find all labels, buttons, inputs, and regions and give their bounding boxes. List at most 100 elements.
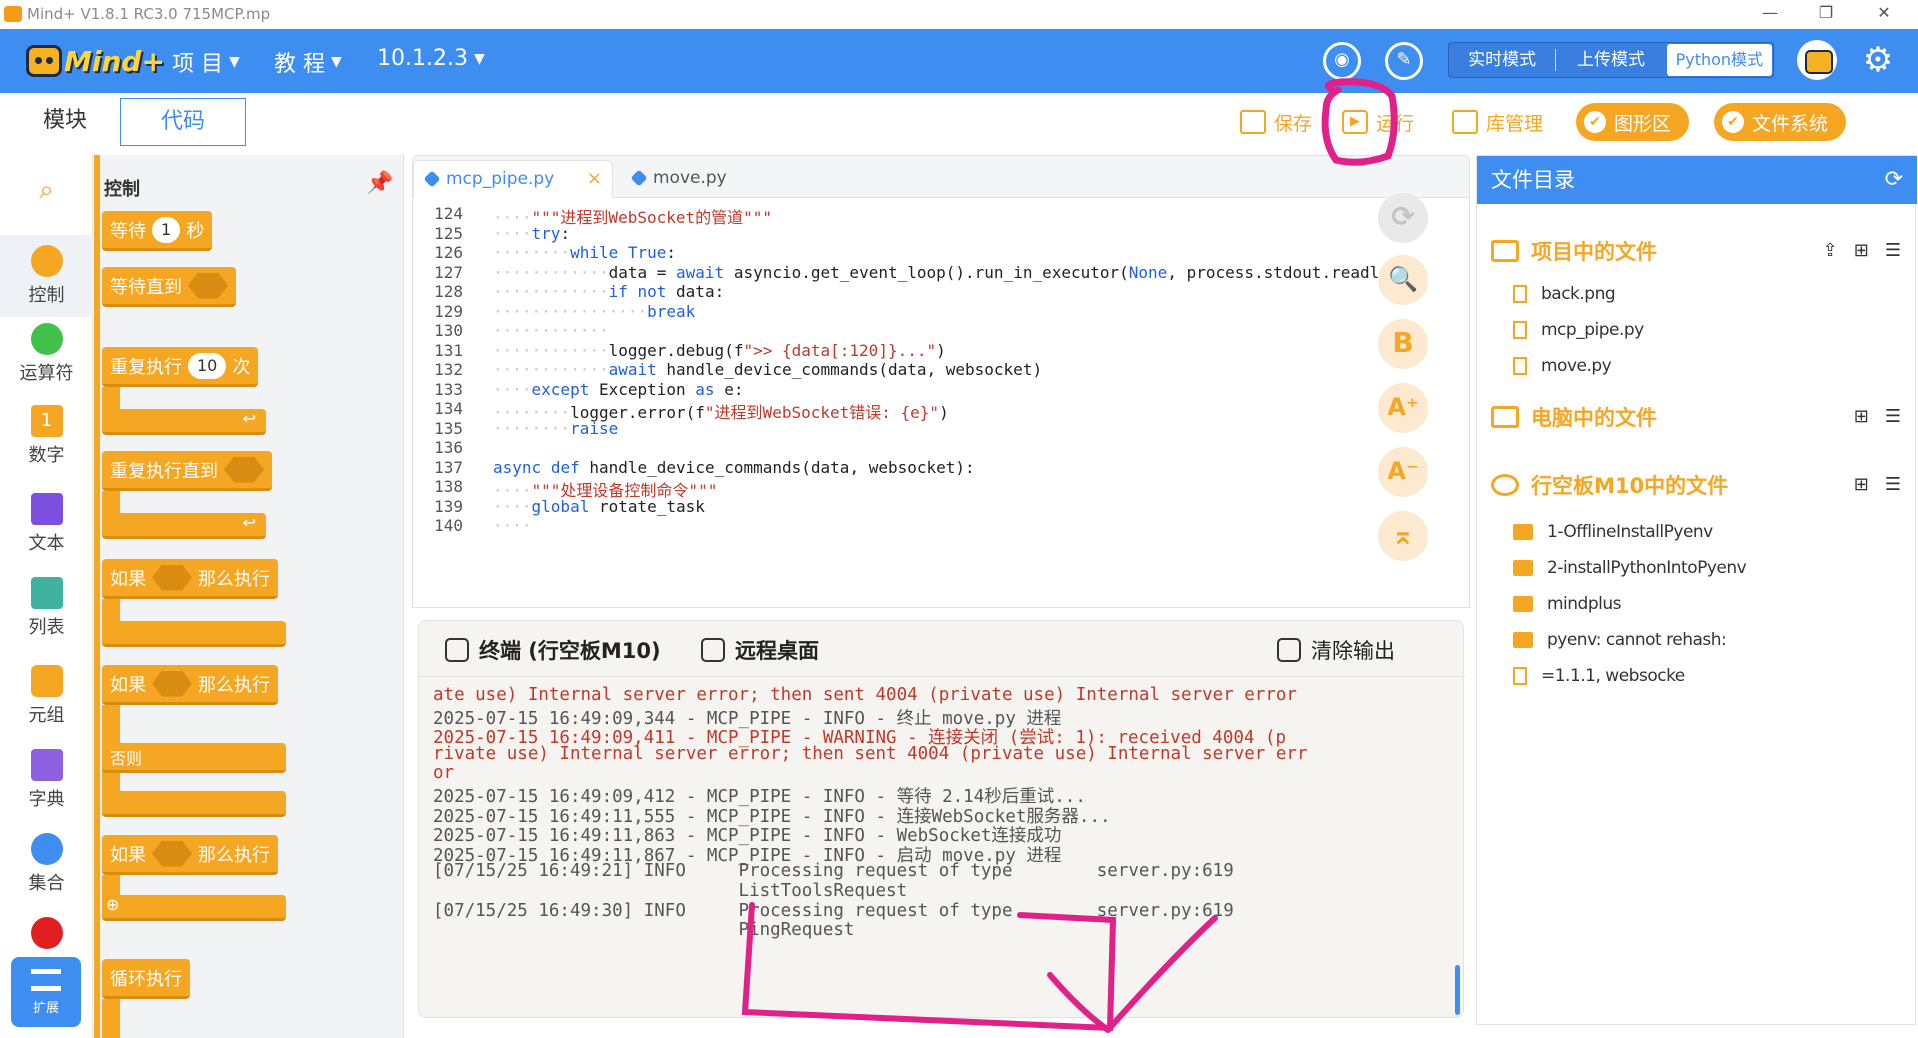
font-decrease-icon[interactable]: A⁻	[1378, 447, 1428, 497]
close-window-button[interactable]: ✕	[1864, 3, 1904, 22]
folder-item[interactable]: pyenv: cannot rehash:	[1513, 630, 1727, 650]
redo-icon[interactable]: ⟳	[1378, 193, 1428, 243]
file-name: mindplus	[1547, 594, 1622, 614]
device-ip-menu[interactable]: 10.1.2.3 ▼	[377, 46, 485, 71]
file-item[interactable]: mcp_pipe.py	[1513, 320, 1644, 340]
code-line[interactable]: ········while True:	[493, 243, 676, 262]
new-file-icon[interactable]: ⊞	[1854, 474, 1869, 495]
font-increase-icon[interactable]: A⁺	[1378, 383, 1428, 433]
menu-icon[interactable]: ☰	[1885, 474, 1901, 495]
condition-slot[interactable]	[224, 456, 264, 483]
tab-mcp-pipe[interactable]: mcp_pipe.py ×	[413, 160, 613, 198]
condition-slot[interactable]	[152, 670, 192, 697]
library-button[interactable]: 库管理	[1452, 103, 1543, 141]
terminal-scrollbar[interactable]	[1455, 965, 1460, 1015]
folder-item[interactable]: 2-installPythonIntoPyenv	[1513, 558, 1747, 578]
avatar[interactable]	[1797, 40, 1837, 80]
category-dict[interactable]: 字典	[0, 749, 93, 811]
minimize-button[interactable]: —	[1750, 3, 1790, 22]
save-icon	[1240, 110, 1266, 134]
if-else-block[interactable]: 如果 那么执行	[102, 665, 278, 705]
file-item[interactable]: move.py	[1513, 356, 1612, 376]
category-operators[interactable]: 运算符	[0, 323, 93, 385]
tab-code[interactable]: 代码	[120, 98, 246, 146]
dashboard-icon[interactable]: ◉	[1323, 42, 1361, 80]
graphic-area-button[interactable]: ✔ 图形区	[1576, 103, 1690, 141]
category-tuple[interactable]: 元组	[0, 665, 93, 727]
upload-icon[interactable]: ⇪	[1823, 240, 1838, 261]
menu-icon[interactable]: ☰	[1885, 406, 1901, 427]
board-files-section[interactable]: 行空板M10中的文件	[1491, 470, 1728, 500]
condition-slot[interactable]	[188, 272, 228, 299]
code-line[interactable]: ····	[493, 516, 532, 535]
pin-icon[interactable]: 📌	[366, 171, 393, 196]
edit-icon[interactable]: ✎	[1385, 42, 1423, 80]
condition-slot[interactable]	[152, 840, 192, 867]
realtime-mode-button[interactable]: 实时模式	[1449, 49, 1557, 71]
block-input[interactable]: 10	[188, 352, 227, 379]
code-line[interactable]: ············if not data:	[493, 282, 724, 301]
section-label: 行空板M10中的文件	[1531, 474, 1729, 498]
file-item[interactable]: =1.1.1, websocke	[1513, 666, 1685, 686]
loop-block[interactable]: 循环执行	[102, 959, 190, 999]
category-text[interactable]: 文本	[0, 493, 93, 555]
tab-remote-desktop[interactable]: 远程桌面	[701, 635, 819, 665]
project-files-section[interactable]: 项目中的文件	[1491, 236, 1657, 266]
project-menu[interactable]: 项 目 ▼	[172, 46, 240, 78]
folder-item[interactable]: mindplus	[1513, 594, 1622, 614]
code-line[interactable]: ····except Exception as e:	[493, 380, 743, 399]
tutorial-menu[interactable]: 教 程 ▼	[274, 46, 342, 78]
repeat-block[interactable]: 重复执行 10 次	[102, 347, 259, 387]
menu-icon[interactable]: ☰	[1885, 240, 1901, 261]
condition-slot[interactable]	[152, 564, 192, 591]
tab-move[interactable]: move.py	[621, 160, 761, 198]
extension-button[interactable]: 扩展	[11, 957, 81, 1027]
pc-files-section[interactable]: 电脑中的文件	[1491, 402, 1657, 432]
clear-output-button[interactable]: 清除输出	[1277, 635, 1395, 665]
category-more[interactable]	[0, 917, 93, 953]
file-item[interactable]: back.png	[1513, 284, 1616, 304]
line-number: 140	[434, 516, 463, 535]
category-control[interactable]: 控制	[0, 235, 93, 317]
save-button[interactable]: 保存	[1240, 103, 1312, 141]
search-icon[interactable]: 🔍	[1378, 255, 1428, 305]
file-system-button[interactable]: ✔ 文件系统	[1714, 103, 1847, 141]
code-line[interactable]: ············data = await asyncio.get_eve…	[493, 263, 1379, 282]
palette-scrollbar[interactable]	[94, 155, 100, 1038]
refresh-icon[interactable]: ⟳	[1885, 156, 1903, 204]
file-name: move.py	[1541, 356, 1612, 376]
run-button[interactable]: ▶ 运行	[1342, 103, 1414, 141]
tab-blocks[interactable]: 模块	[2, 98, 128, 146]
close-icon[interactable]: ×	[587, 161, 602, 197]
code-line[interactable]: ············await handle_device_commands…	[493, 360, 1042, 379]
repeat-until-block[interactable]: 重复执行直到	[102, 451, 272, 491]
gear-icon[interactable]: ⚙	[1858, 40, 1898, 80]
if-plus-block[interactable]: 如果 那么执行	[102, 835, 278, 875]
category-label: 列表	[28, 617, 65, 638]
wait-until-block[interactable]: 等待直到	[102, 267, 236, 307]
code-line[interactable]: ····try:	[493, 224, 570, 243]
category-set[interactable]: 集合	[0, 833, 93, 895]
block-input[interactable]: 1	[152, 216, 181, 243]
search-button[interactable]: ⌕	[0, 175, 93, 206]
scroll-top-icon[interactable]: ⌅	[1378, 511, 1428, 561]
category-number[interactable]: 1 数字	[0, 405, 93, 467]
folder-item[interactable]: 1-OfflineInstallPyenv	[1513, 522, 1713, 542]
new-file-icon[interactable]: ⊞	[1854, 406, 1869, 427]
python-mode-button[interactable]: Python模式	[1666, 44, 1772, 76]
code-line[interactable]: async def handle_device_commands(data, w…	[493, 458, 975, 477]
code-line[interactable]: ············	[493, 321, 609, 340]
code-line[interactable]: ········raise	[493, 419, 618, 438]
code-line[interactable]: ····global rotate_task	[493, 497, 705, 516]
new-file-icon[interactable]: ⊞	[1854, 240, 1869, 261]
add-branch-icon[interactable]: ⊕	[102, 895, 286, 921]
if-block[interactable]: 如果 那么执行	[102, 559, 278, 599]
tab-terminal[interactable]: 终端 (行空板M10)	[445, 635, 661, 665]
bold-icon[interactable]: B	[1378, 319, 1428, 369]
wait-block[interactable]: 等待 1 秒	[102, 211, 213, 251]
upload-mode-button[interactable]: 上传模式	[1556, 43, 1665, 77]
code-line[interactable]: ············logger.debug(f">> {data[:120…	[493, 341, 946, 360]
category-list[interactable]: 列表	[0, 577, 93, 639]
code-line[interactable]: ················break	[493, 302, 695, 321]
maximize-button[interactable]: ❐	[1806, 3, 1846, 22]
